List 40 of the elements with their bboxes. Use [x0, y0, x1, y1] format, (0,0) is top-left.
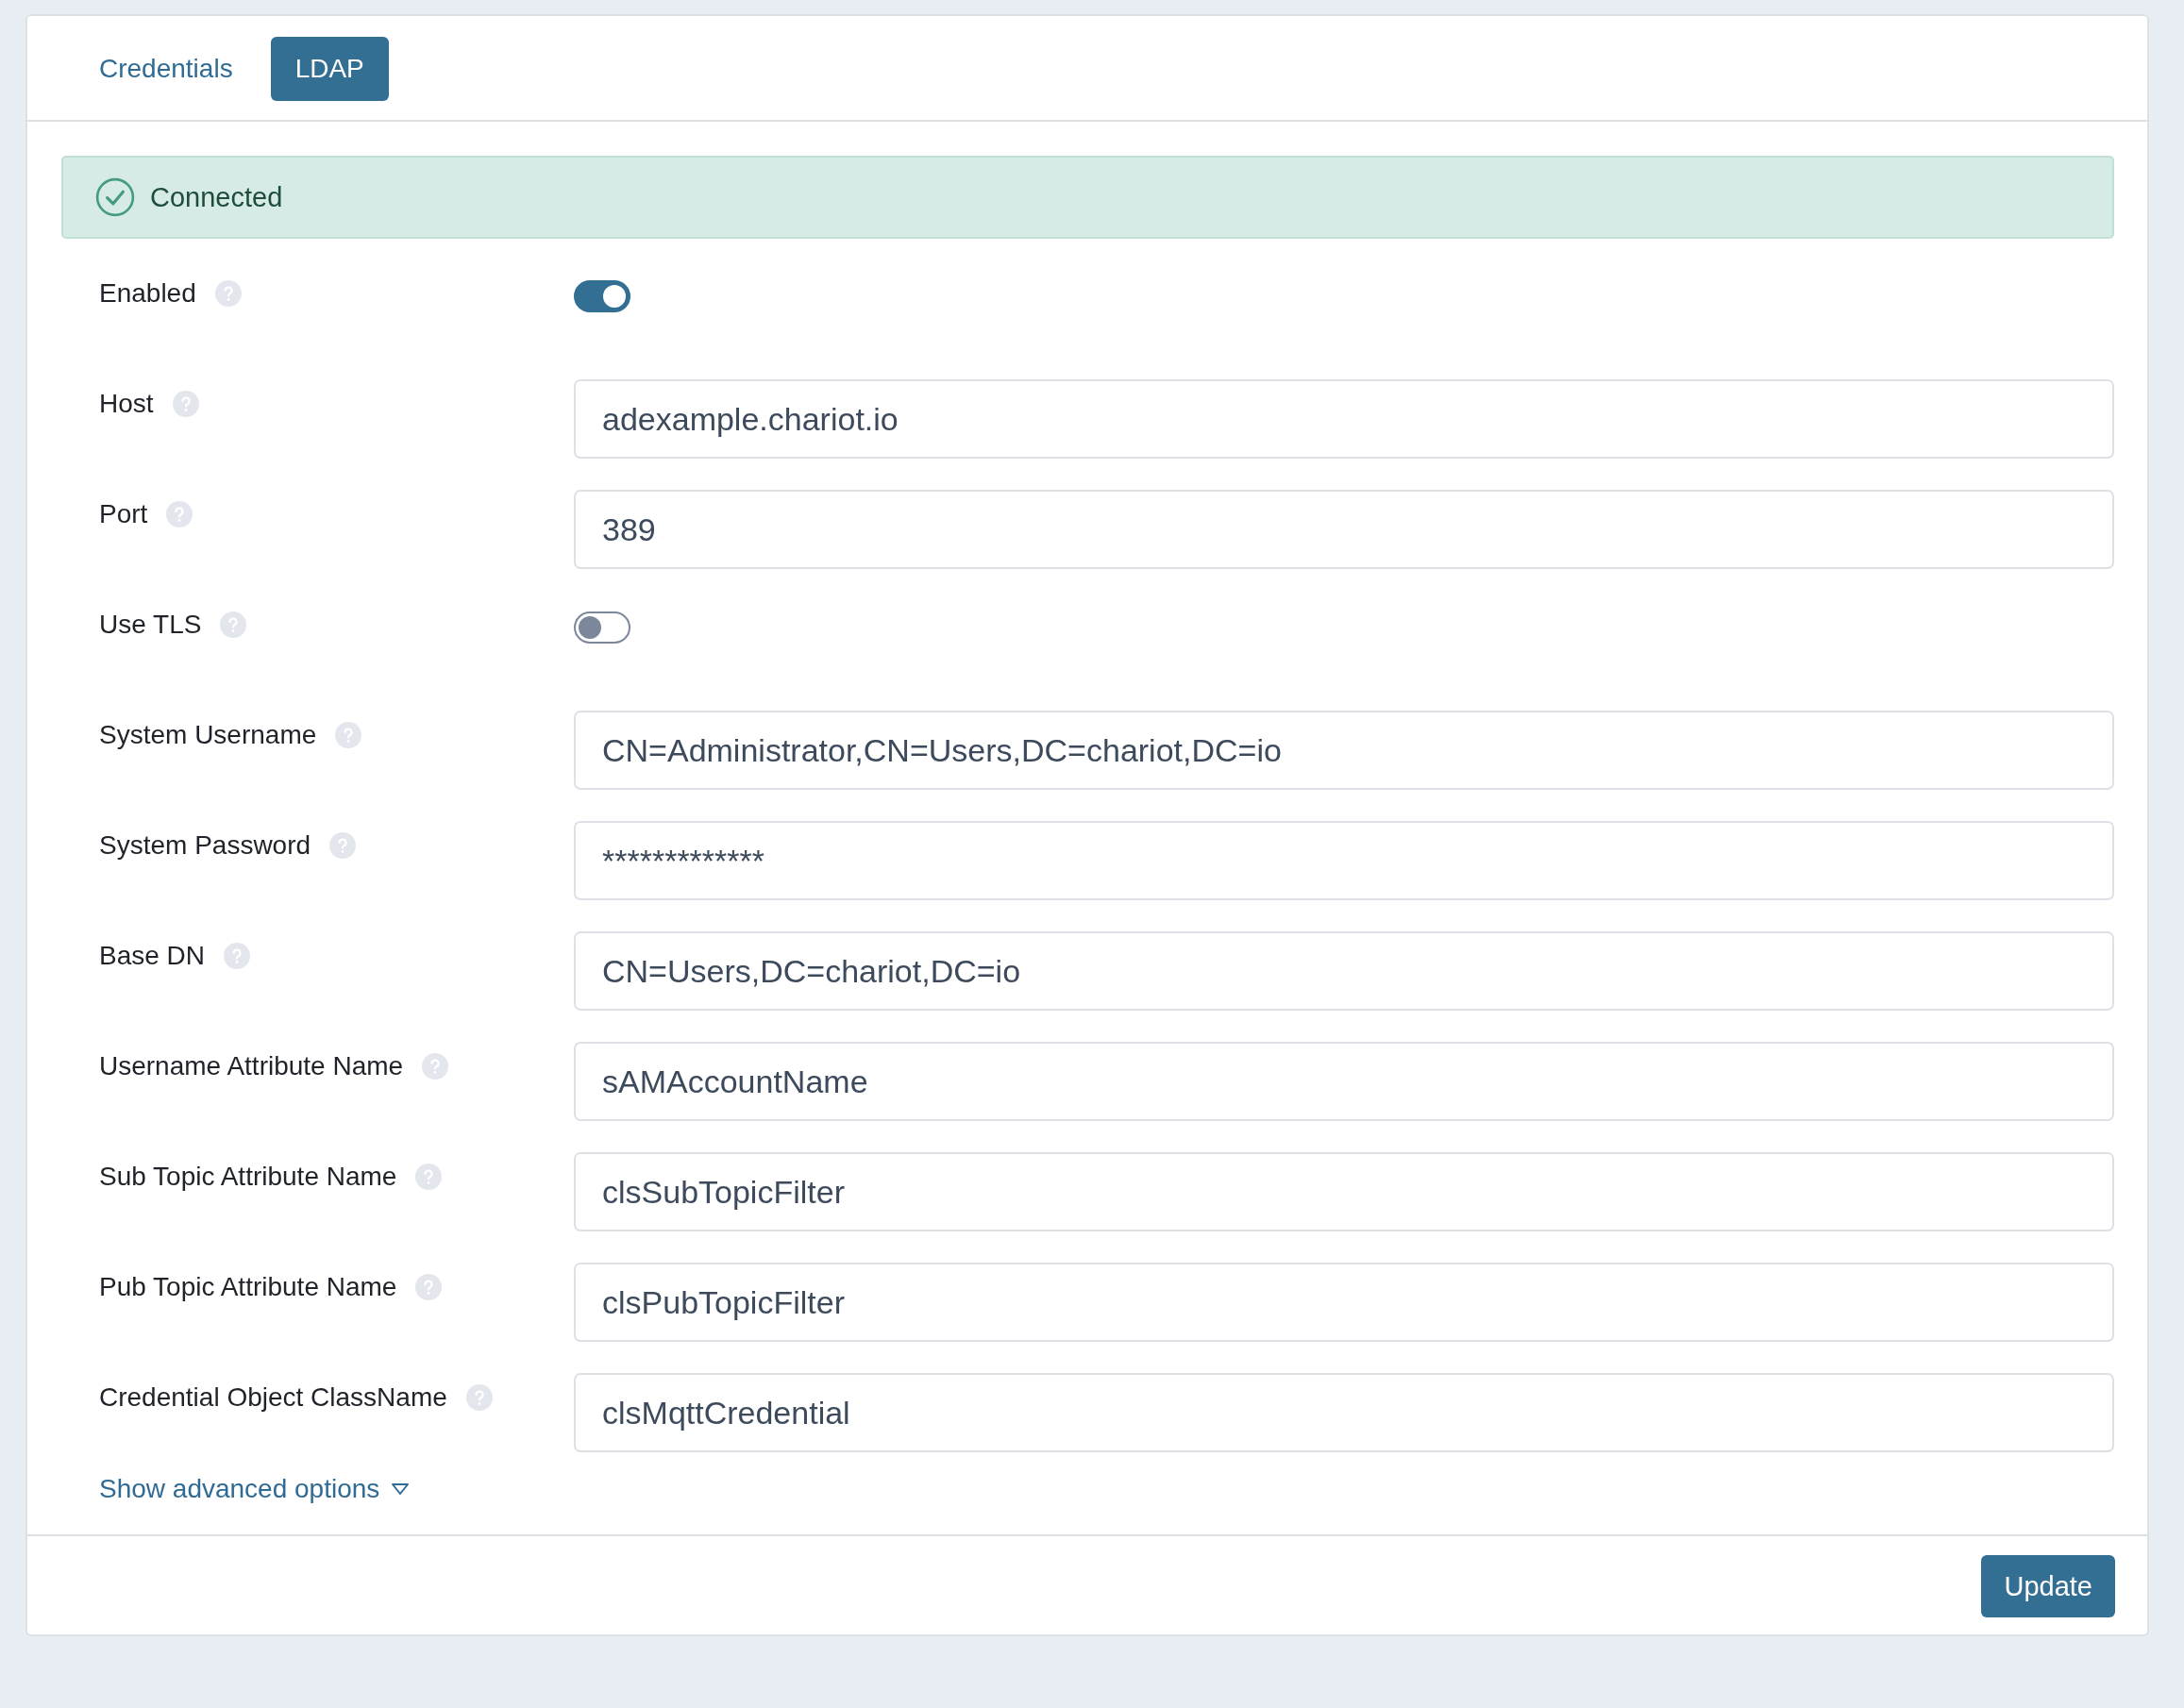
caret-icon	[391, 1482, 411, 1496]
text-field[interactable]: *************	[574, 821, 2114, 900]
text-field[interactable]: sAMAccountName	[574, 1042, 2114, 1121]
field-label: Use TLS	[99, 610, 202, 640]
field-label: System Password	[99, 830, 311, 861]
help-icon[interactable]	[224, 943, 251, 969]
field-label: Credential Object ClassName	[99, 1382, 447, 1413]
tab[interactable]: LDAP	[270, 37, 389, 101]
field-label: Port	[99, 499, 148, 529]
field-label: Sub Topic Attribute Name	[99, 1162, 397, 1192]
text-field[interactable]: CN=Administrator,CN=Users,DC=chariot,DC=io	[574, 711, 2114, 790]
help-icon[interactable]	[329, 832, 357, 859]
check-circle-icon	[95, 177, 135, 217]
help-icon[interactable]	[415, 1164, 443, 1190]
help-icon[interactable]	[172, 391, 199, 417]
field-label: Enabled	[99, 278, 196, 309]
text-field[interactable]: CN=Users,DC=chariot,DC=io	[574, 931, 2114, 1011]
help-icon[interactable]	[465, 1384, 493, 1411]
field-label: Base DN	[99, 941, 206, 971]
text-field[interactable]: adexample.chariot.io	[574, 379, 2114, 459]
text-field[interactable]: clsSubTopicFilter	[574, 1152, 2114, 1231]
text-field[interactable]: clsPubTopicFilter	[574, 1263, 2114, 1342]
field-label: System Username	[99, 720, 317, 750]
text-field[interactable]: clsMqttCredential	[574, 1373, 2114, 1452]
field-label: Host	[99, 389, 154, 419]
toggle-switch[interactable]	[574, 611, 630, 644]
text-field[interactable]: 389	[574, 490, 2114, 569]
help-icon[interactable]	[422, 1053, 449, 1080]
status-text: Connected	[150, 181, 283, 213]
help-icon[interactable]	[214, 280, 242, 307]
help-icon[interactable]	[166, 501, 193, 527]
help-icon[interactable]	[335, 722, 362, 748]
update-button[interactable]: Update	[1981, 1555, 2115, 1617]
tab[interactable]: Credentials	[75, 37, 258, 101]
help-icon[interactable]	[220, 611, 247, 638]
field-label: Pub Topic Attribute Name	[99, 1272, 397, 1302]
advanced-options-link[interactable]: Show advanced options	[99, 1474, 411, 1504]
help-icon[interactable]	[415, 1274, 443, 1300]
field-label: Username Attribute Name	[99, 1051, 404, 1081]
toggle-switch[interactable]	[574, 280, 630, 312]
